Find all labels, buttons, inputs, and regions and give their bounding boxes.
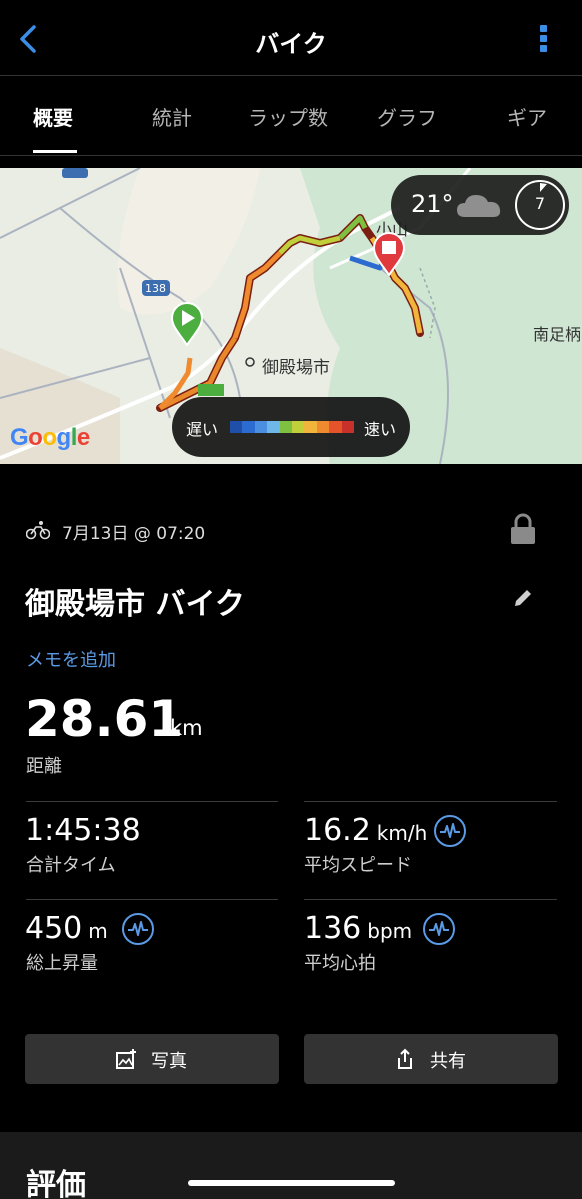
avg-hr-label: 平均心拍 [304,953,376,974]
legend-color-scale [230,421,355,433]
evaluation-section: 評価 [0,1132,582,1199]
tab-laps[interactable]: ラップ数 [248,102,328,131]
add-photo-button[interactable]: 写真 [25,1034,279,1084]
cloud-icon [457,195,501,217]
more-vertical-icon [539,25,547,32]
activity-pulse-icon [440,823,460,838]
road-label-138: 138 [145,282,166,295]
distance-unit: km [170,716,203,740]
home-indicator[interactable] [188,1180,395,1186]
divider [26,801,278,802]
divider [304,899,557,900]
map-label-minamiashigara: 南足柄 [533,325,582,344]
divider [304,801,557,802]
avg-speed-value: 16.2 [304,813,371,848]
total-time-value: 1:45:38 [25,813,141,848]
add-memo-link[interactable]: メモを追加 [26,646,116,672]
distance-label: 距離 [26,756,62,777]
avg-speed: 16.2 km/h [304,813,427,848]
tab-stats[interactable]: 統計 [152,102,192,131]
top-bar: バイク [0,0,582,76]
activity-pulse-icon [128,921,148,936]
avg-hr: 136 bpm [304,911,412,946]
tab-overview[interactable]: 概要 [33,102,73,131]
tab-graph[interactable]: グラフ [377,102,437,131]
share-icon [398,1048,412,1069]
divider [26,899,278,900]
avg-hr-value: 136 [304,911,362,946]
start-marker-icon [170,302,204,346]
edit-pencil-icon[interactable] [512,587,534,609]
activity-pulse-icon [429,921,449,936]
activity-name: 御殿場市 バイク [25,587,245,622]
hr-chart-button[interactable] [423,913,455,945]
ascent-unit: m [88,919,108,943]
speed-chart-button[interactable] [434,815,466,847]
ascent: 450 m [25,911,108,946]
avg-speed-unit: km/h [376,821,428,845]
wind-speed: 7 [534,194,546,213]
add-photo-icon [116,1049,136,1069]
lock-icon[interactable] [510,513,536,545]
activity-date: 7月13日 @ 07:20 [62,524,206,544]
add-photo-label: 写真 [151,1051,187,1072]
google-logo: Google [10,424,90,451]
share-button[interactable]: 共有 [304,1034,558,1084]
legend-slow-label: 遅い [186,420,219,439]
map-label-gotemba: 御殿場市 [262,358,330,378]
avg-hr-unit: bpm [367,919,413,943]
end-marker-icon [372,232,406,276]
ascent-value: 450 [25,911,83,946]
bike-icon [26,521,50,540]
tab-gear[interactable]: ギア [507,102,547,131]
evaluation-title: 評価 [26,1168,86,1199]
page-title: バイク [255,30,327,58]
ascent-label: 総上昇量 [26,953,98,974]
weather-badge: 21° 7 [391,175,569,235]
weather-temperature: 21° [411,190,454,218]
share-label: 共有 [430,1051,466,1072]
ascent-chart-button[interactable] [122,913,154,945]
legend-fast-label: 速い [363,420,396,439]
total-time-label: 合計タイム [26,855,116,876]
tab-bar: 概要 統計 ラップ数 グラフ ギア [0,76,582,156]
avg-speed-label: 平均スピード [304,855,412,876]
distance-value: 28.61 [25,690,184,748]
more-menu-button[interactable] [538,25,548,57]
active-tab-indicator [33,150,77,153]
wind-gauge: 7 [515,180,565,230]
speed-legend: 遅い 速い [172,397,410,457]
